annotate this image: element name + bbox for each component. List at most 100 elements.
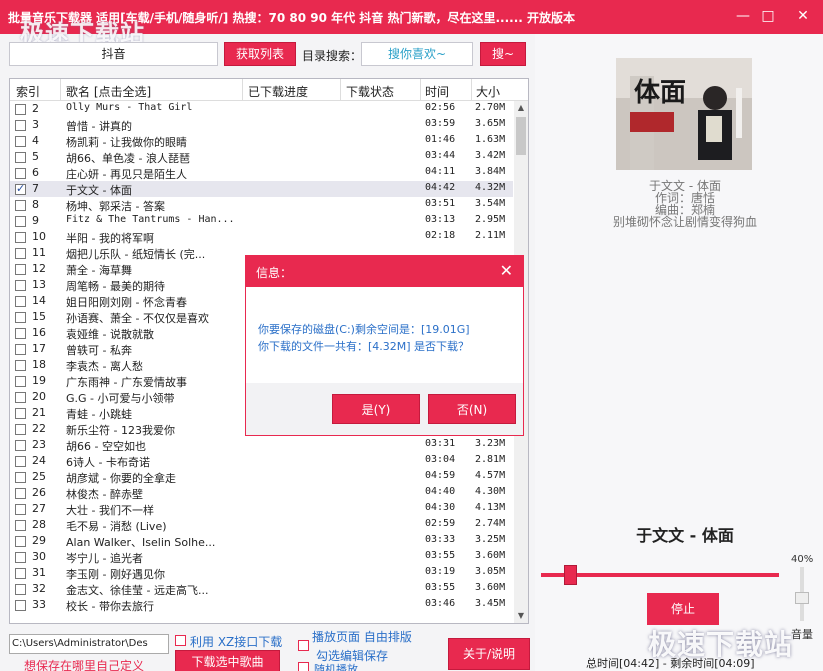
row-checkbox[interactable] [15,568,26,579]
xz-download-option[interactable]: 利用 XZ接口下载 [190,633,282,650]
row-time: 01:46 [425,134,456,145]
header-status[interactable]: 下载状态 [346,83,394,100]
stop-button[interactable]: 停止 [647,593,719,625]
row-checkbox[interactable] [15,264,26,275]
row-time: 03:04 [425,454,456,465]
row-checkbox[interactable] [15,152,26,163]
table-row[interactable]: 29 Alan Walker、Iselin Solhe... 03:33 3.25M [10,533,513,549]
scroll-up-icon[interactable]: ▲ [514,101,528,115]
row-title: 曾惜 - 讲真的 [66,120,132,133]
table-row[interactable]: 32 金志文、徐佳莹 - 远走高飞... 03:55 3.60M [10,581,513,597]
row-index: 13 [32,278,46,291]
table-row[interactable]: 9 Fitz & The Tantrums - Han... 03:13 2.95M [10,213,513,229]
row-checkbox[interactable] [15,328,26,339]
row-size: 4.32M [475,182,506,193]
row-checkbox[interactable] [15,472,26,483]
volume-slider-knob[interactable] [795,592,809,604]
header-progress[interactable]: 已下载进度 [248,83,308,100]
guess-input[interactable]: 搜你喜欢~ [361,42,473,66]
row-title: 广东雨神 - 广东爱情故事 [66,376,187,389]
row-index: 23 [32,438,46,451]
row-checkbox[interactable] [15,344,26,355]
header-time[interactable]: 时间 [425,83,449,100]
random-play-option[interactable]: 随机播放 [314,661,358,671]
dialog-yes-button[interactable]: 是(Y) [332,394,420,424]
header-title-select-all[interactable]: 歌名 [点击全选] [66,83,151,100]
row-title: 孙语赛、萧全 - 不仅仅是喜欢 [66,312,209,325]
row-checkbox[interactable] [15,376,26,387]
close-button[interactable]: ✕ [792,6,814,26]
dialog-close-icon[interactable]: ✕ [500,261,513,280]
row-checkbox[interactable] [15,552,26,563]
row-checkbox[interactable] [15,600,26,611]
table-row[interactable]: 7 于文文 - 体面 04:42 4.32M [10,181,513,197]
table-row[interactable]: 5 胡66、单色凌 - 浪人琵琶 03:44 3.42M [10,149,513,165]
row-checkbox[interactable] [15,120,26,131]
table-row[interactable]: 33 校长 - 带你去旅行 03:46 3.45M [10,597,513,613]
scroll-down-icon[interactable]: ▼ [514,609,528,623]
row-checkbox[interactable] [15,424,26,435]
row-title: Alan Walker、Iselin Solhe... [66,536,216,549]
scroll-thumb[interactable] [516,117,526,155]
maximize-button[interactable]: □ [757,6,779,26]
row-checkbox[interactable] [15,504,26,515]
table-row[interactable]: 27 大壮 - 我们不一样 04:30 4.13M [10,501,513,517]
search-button[interactable]: 搜~ [480,42,526,66]
dialog-no-button[interactable]: 否(N) [428,394,516,424]
row-checkbox[interactable] [15,408,26,419]
row-index: 21 [32,406,46,419]
table-row[interactable]: 25 胡彦斌 - 你要的全拿走 04:59 4.57M [10,469,513,485]
table-row[interactable]: 24 6诗人 - 卡布奇诺 03:04 2.81M [10,453,513,469]
about-button[interactable]: 关于/说明 [448,638,530,670]
table-row[interactable]: 28 毛不易 - 消愁 (Live) 02:59 2.74M [10,517,513,533]
table-row[interactable]: 6 庄心妍 - 再见只是陌生人 04:11 3.84M [10,165,513,181]
table-row[interactable]: 26 林俊杰 - 醉赤壁 04:40 4.30M [10,485,513,501]
row-checkbox[interactable] [15,296,26,307]
row-checkbox[interactable] [15,232,26,243]
row-checkbox[interactable] [15,488,26,499]
table-row[interactable]: 30 岑宁儿 - 追光者 03:55 3.60M [10,549,513,565]
row-checkbox[interactable] [15,216,26,227]
search-input[interactable]: 抖音 [9,42,218,66]
progress-slider-knob[interactable] [564,565,577,585]
get-list-button[interactable]: 获取列表 [224,42,296,66]
save-path-hint[interactable]: 想保存在哪里自己定义 [24,657,144,671]
row-checkbox[interactable] [15,312,26,323]
row-checkbox[interactable] [15,280,26,291]
row-checkbox[interactable] [15,440,26,451]
row-checkbox[interactable] [15,584,26,595]
row-checkbox[interactable] [15,200,26,211]
table-row[interactable]: 8 杨坤、郭采洁 - 答案 03:51 3.54M [10,197,513,213]
table-row[interactable]: 2 Olly Murs - That Girl 02:56 2.70M [10,101,513,117]
header-size[interactable]: 大小 [476,83,500,100]
play-page-link[interactable]: 播放页面 自由排版 [312,628,412,645]
save-path-input[interactable]: C:\Users\Administrator\Des [9,634,169,654]
now-playing-title: 于文文 - 体面 [636,526,734,545]
row-checkbox[interactable] [15,520,26,531]
xz-checkbox[interactable] [175,635,186,646]
row-checkbox[interactable] [15,360,26,371]
table-row[interactable]: 10 半阳 - 我的将军啊 02:18 2.11M [10,229,513,245]
row-checkbox[interactable] [15,182,26,195]
row-checkbox[interactable] [15,248,26,259]
row-checkbox[interactable] [15,392,26,403]
row-size: 2.70M [475,102,506,113]
table-row[interactable]: 23 胡66 - 空空如也 03:31 3.23M [10,437,513,453]
random-checkbox[interactable] [298,662,309,671]
table-row[interactable]: 3 曾惜 - 讲真的 03:59 3.65M [10,117,513,133]
table-row[interactable]: 31 李玉刚 - 刚好遇见你 03:19 3.05M [10,565,513,581]
row-checkbox[interactable] [15,168,26,179]
row-checkbox[interactable] [15,104,26,115]
minimize-button[interactable]: — [732,6,754,26]
dialog-message-space: 你要保存的磁盘(C:)剩余空间是：[19.01G] [258,323,470,336]
header-index[interactable]: 索引 [16,83,40,100]
row-time: 02:59 [425,518,456,529]
row-checkbox[interactable] [15,456,26,467]
edit-checkbox[interactable] [298,640,309,651]
download-selected-button[interactable]: 下载选中歌曲 [175,650,280,671]
row-checkbox[interactable] [15,136,26,147]
row-title: 萧全 - 海草舞 [66,264,132,277]
list-header: 索引 歌名 [点击全选] 已下载进度 下载状态 时间 大小 [10,79,528,101]
row-checkbox[interactable] [15,536,26,547]
table-row[interactable]: 4 杨凯莉 - 让我做你的眼睛 01:46 1.63M [10,133,513,149]
